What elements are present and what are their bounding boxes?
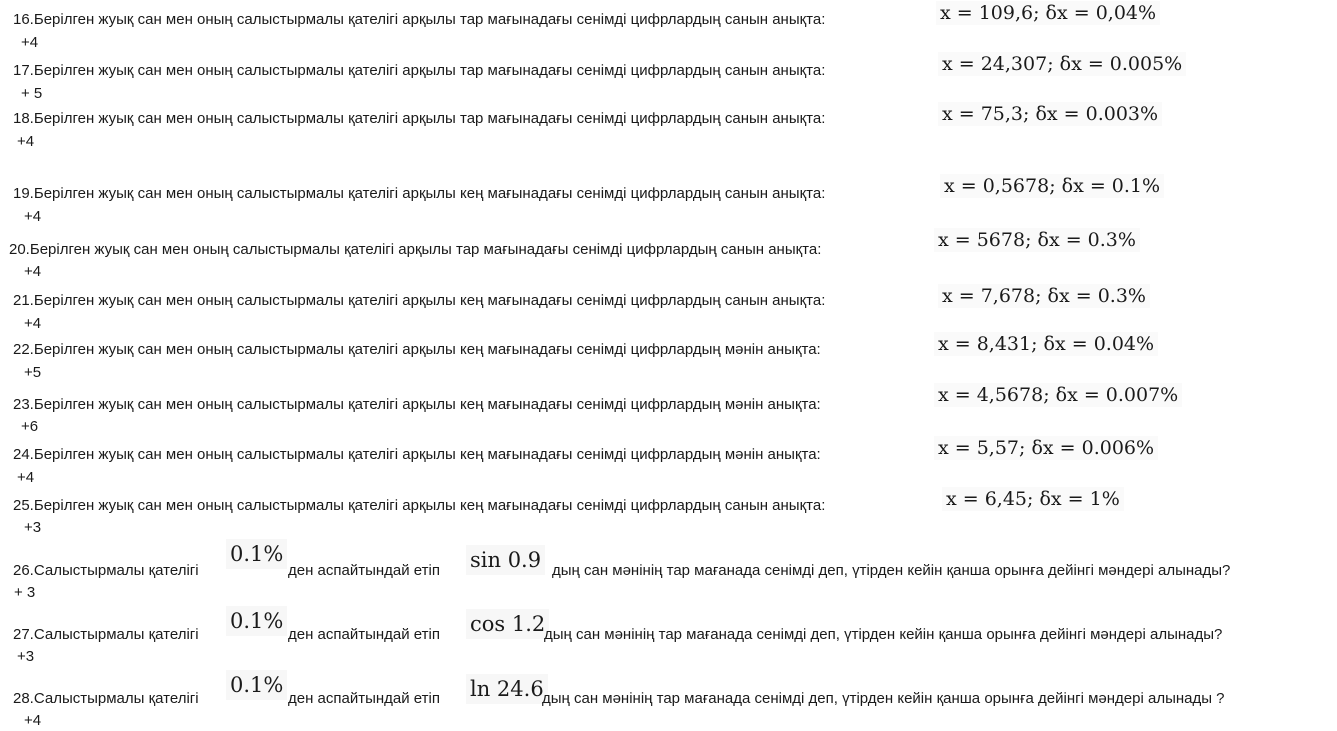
answer: +3 <box>17 648 35 665</box>
question-text: 20.Берілген жуық сан мен оның салыстырма… <box>9 241 822 258</box>
question-middle: ден аспайтындай етіп <box>288 690 440 707</box>
question-text: 25.Берілген жуық сан мен оның салыстырма… <box>13 497 826 514</box>
error-value: 0.1% <box>226 670 288 700</box>
formula: x = 24,307; δx = 0.005% <box>938 52 1187 76</box>
answer: +4 <box>21 34 39 51</box>
answer: +3 <box>24 519 42 536</box>
answer: +4 <box>17 469 35 486</box>
answer: + 3 <box>14 584 36 601</box>
answer: +4 <box>17 133 35 150</box>
question-prefix: 27.Салыстырмалы қателігі <box>13 626 199 643</box>
question-prefix: 28.Салыстырмалы қателігі <box>13 690 199 707</box>
formula: x = 109,6; δx = 0,04% <box>936 1 1161 25</box>
formula: x = 4,5678; δx = 0.007% <box>934 383 1183 407</box>
formula: x = 0,5678; δx = 0.1% <box>940 174 1165 198</box>
question-suffix: дың сан мәнінің тар мағанада сенімді деп… <box>552 562 1231 579</box>
question-text: 24.Берілген жуық сан мен оның салыстырма… <box>13 446 821 463</box>
question-text: 18.Берілген жуық сан мен оның салыстырма… <box>13 110 826 127</box>
question-text: 17.Берілген жуық сан мен оның салыстырма… <box>13 62 826 79</box>
question-text: 19.Берілген жуық сан мен оның салыстырма… <box>13 185 826 202</box>
answer: +4 <box>24 712 42 729</box>
error-value: 0.1% <box>226 539 288 569</box>
question-text: 23.Берілген жуық сан мен оның салыстырма… <box>13 396 821 413</box>
question-middle: ден аспайтындай етіп <box>288 562 440 579</box>
question-suffix: дың сан мәнінің тар мағанада сенімді деп… <box>542 690 1225 707</box>
function-value: ln 24.6 <box>466 674 548 704</box>
question-text: 16.Берілген жуық сан мен оның салыстырма… <box>13 11 826 28</box>
question-suffix: дың сан мәнінің тар мағанада сенімді деп… <box>544 626 1223 643</box>
answer: +5 <box>24 364 42 381</box>
answer: +6 <box>21 418 39 435</box>
answer: +4 <box>24 208 42 225</box>
answer: +4 <box>24 263 42 280</box>
answer: +4 <box>24 315 42 332</box>
formula: x = 75,3; δx = 0.003% <box>938 102 1163 126</box>
formula: x = 5678; δx = 0.3% <box>934 228 1140 252</box>
question-prefix: 26.Салыстырмалы қателігі <box>13 562 199 579</box>
error-value: 0.1% <box>226 606 288 636</box>
question-text: 21.Берілген жуық сан мен оның салыстырма… <box>13 292 826 309</box>
formula: x = 6,45; δx = 1% <box>942 487 1124 511</box>
function-value: cos 1.2 <box>466 609 550 639</box>
question-text: 22.Берілген жуық сан мен оның салыстырма… <box>13 341 821 358</box>
answer: + 5 <box>21 85 43 102</box>
formula: x = 8,431; δx = 0.04% <box>934 332 1159 356</box>
formula: x = 5,57; δx = 0.006% <box>934 436 1159 460</box>
question-middle: ден аспайтындай етіп <box>288 626 440 643</box>
function-value: sin 0.9 <box>466 545 546 575</box>
formula: x = 7,678; δx = 0.3% <box>938 284 1150 308</box>
